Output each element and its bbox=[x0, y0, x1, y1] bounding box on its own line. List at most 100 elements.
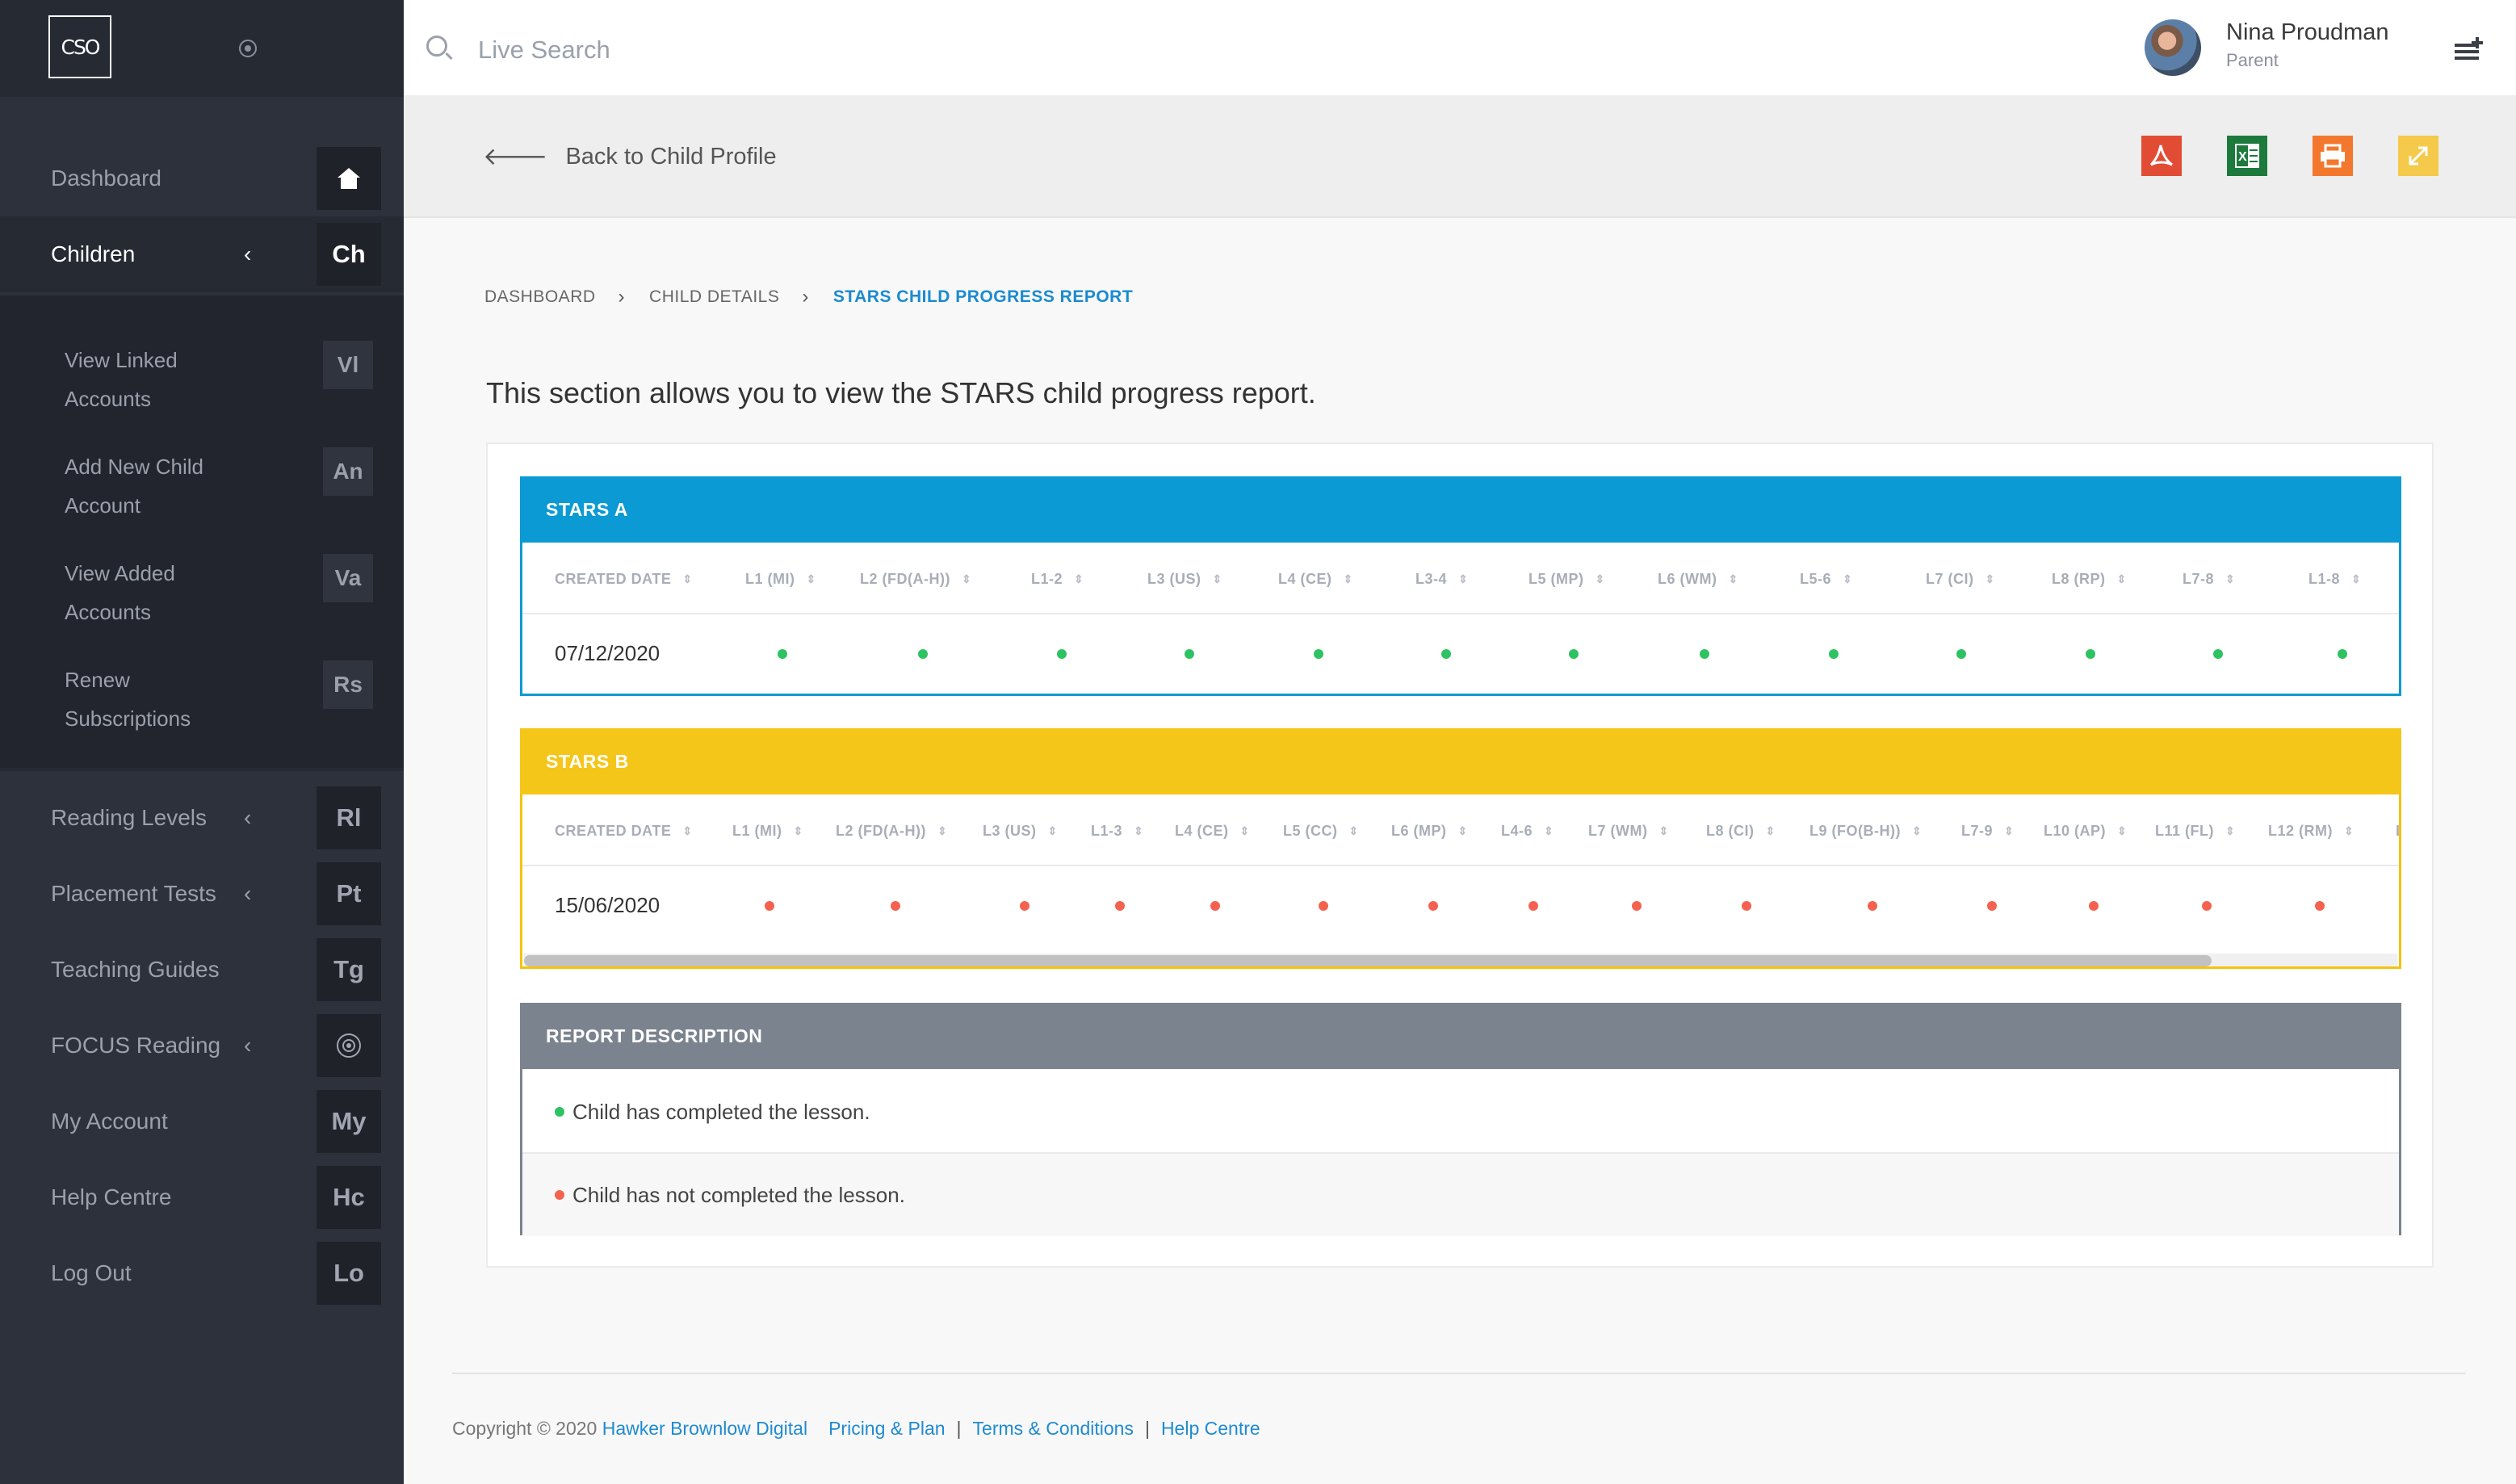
sidebar-item-placement-tests[interactable]: Placement Tests ‹ Pt bbox=[0, 856, 404, 932]
excel-icon: X bbox=[2235, 144, 2259, 168]
column-header[interactable]: CREATED DATE ⇕ bbox=[555, 545, 693, 613]
column-header[interactable]: L10 (AP) ⇕ bbox=[2044, 797, 2127, 865]
column-header-label: L3 (US) bbox=[1147, 570, 1201, 587]
column-header[interactable]: L1 (MI) ⇕ bbox=[745, 545, 816, 613]
column-header[interactable]: L11 (FL) ⇕ bbox=[2155, 797, 2235, 865]
pin-sidebar-icon[interactable] bbox=[239, 40, 257, 57]
column-header-label: L1-2 bbox=[1031, 570, 1063, 587]
column-header[interactable]: L1 (MI) ⇕ bbox=[732, 797, 803, 865]
submenu-item-add-new-child-account[interactable]: Add New Child Account An bbox=[0, 431, 404, 538]
column-header[interactable]: L5 (MP) ⇕ bbox=[1528, 545, 1605, 613]
sidebar-item-label: Log Out bbox=[51, 1260, 132, 1285]
column-header[interactable]: L9 (FO(B-H)) ⇕ bbox=[1809, 797, 1922, 865]
breadcrumb-item-dashboard[interactable]: DASHBOARD bbox=[484, 287, 596, 307]
add-list-icon[interactable] bbox=[2455, 36, 2485, 60]
brand-bar: CSO bbox=[0, 0, 404, 97]
column-header[interactable]: L4 (CE) ⇕ bbox=[1278, 545, 1353, 613]
sidebar-item-dashboard[interactable]: Dashboard bbox=[0, 140, 404, 216]
stars-b-title: STARS B bbox=[520, 728, 2401, 794]
stars-b-scroll-area[interactable]: CREATED DATE ⇕ L1 (MI) ⇕ L2 (FD(A-H)) ⇕ L3 (US… bbox=[522, 797, 2399, 966]
table-row: 15/06/2020 bbox=[522, 866, 2399, 947]
submenu-item-label: View Added Accounts bbox=[65, 561, 175, 624]
column-header[interactable]: L1-3 ⇕ bbox=[1091, 797, 1143, 865]
submenu-item-view-linked-accounts[interactable]: View Linked Accounts Vl bbox=[0, 325, 404, 431]
help-centre-badge: Hc bbox=[317, 1166, 381, 1229]
reading-levels-badge: Rl bbox=[317, 786, 381, 849]
pricing-plan-link[interactable]: Pricing & Plan bbox=[828, 1418, 945, 1440]
column-header[interactable]: L12 (RM) ⇕ bbox=[2268, 797, 2354, 865]
column-header[interactable]: L5-6 ⇕ bbox=[1800, 545, 1852, 613]
print-button[interactable] bbox=[2313, 136, 2353, 176]
sort-icon: ⇕ bbox=[1843, 572, 1853, 585]
copyright-text: Copyright © 2020 bbox=[452, 1418, 598, 1439]
submenu-item-renew-subscriptions[interactable]: Renew Subscriptions Rs bbox=[0, 644, 404, 751]
column-header[interactable]: L8 (RP) ⇕ bbox=[2052, 545, 2127, 613]
submenu-item-view-added-accounts[interactable]: View Added Accounts Va bbox=[0, 538, 404, 644]
company-link[interactable]: Hawker Brownlow Digital bbox=[602, 1418, 807, 1440]
column-header[interactable]: L1-2 ⇕ bbox=[1031, 545, 1084, 613]
user-name[interactable]: Nina Proudman bbox=[2226, 19, 2389, 46]
terms-conditions-link[interactable]: Terms & Conditions bbox=[973, 1418, 1134, 1440]
breadcrumb-current: STARS CHILD PROGRESS REPORT bbox=[832, 287, 1134, 306]
search-input[interactable] bbox=[476, 29, 964, 71]
sort-icon: ⇕ bbox=[937, 824, 948, 837]
column-header[interactable]: CREATED DATE ⇕ bbox=[555, 797, 693, 865]
logo[interactable]: CSO bbox=[48, 15, 111, 78]
column-header[interactable]: L7-8 ⇕ bbox=[2183, 545, 2235, 613]
back-to-child-profile-link[interactable]: 🡐 Back to Child Profile bbox=[483, 142, 777, 171]
column-header[interactable]: L2 (FD(A-H)) ⇕ bbox=[836, 797, 947, 865]
expand-button[interactable] bbox=[2398, 136, 2438, 176]
report-description-title: REPORT DESCRIPTION bbox=[520, 1003, 2401, 1069]
sidebar-item-label: Dashboard bbox=[51, 166, 161, 191]
completed-dot bbox=[1057, 649, 1067, 659]
column-header[interactable]: L5 (CC) ⇕ bbox=[1283, 797, 1359, 865]
column-header-label: L6 (MP) bbox=[1391, 822, 1447, 839]
export-excel-button[interactable]: X bbox=[2227, 136, 2267, 176]
children-badge: Ch bbox=[317, 223, 381, 286]
completed-dot bbox=[1829, 649, 1839, 659]
column-header[interactable]: L6 (MP) ⇕ bbox=[1391, 797, 1468, 865]
column-header[interactable]: L7 (WM) ⇕ bbox=[1588, 797, 1669, 865]
footer-separator: | bbox=[956, 1418, 962, 1439]
home-icon bbox=[338, 168, 360, 189]
column-header[interactable]: L3-4 ⇕ bbox=[1415, 545, 1468, 613]
column-header[interactable]: L3 (US) ⇕ bbox=[983, 797, 1058, 865]
not-completed-dot bbox=[1319, 901, 1328, 911]
sidebar-item-focus-reading[interactable]: FOCUS Reading ‹ bbox=[0, 1008, 404, 1084]
column-header-label: L7 (CI) bbox=[1926, 570, 1974, 587]
sidebar-divider bbox=[0, 768, 404, 771]
column-header[interactable]: L3 (US) ⇕ bbox=[1147, 545, 1222, 613]
export-pdf-button[interactable] bbox=[2141, 136, 2182, 176]
column-header[interactable]: L7 (CI) ⇕ bbox=[1926, 545, 1995, 613]
sidebar-item-teaching-guides[interactable]: Teaching Guides Tg bbox=[0, 932, 404, 1008]
sidebar-item-log-out[interactable]: Log Out Lo bbox=[0, 1235, 404, 1311]
sort-icon: ⇕ bbox=[1658, 824, 1669, 837]
column-header[interactable]: L2 (FD(A-H)) ⇕ bbox=[860, 545, 971, 613]
sidebar-item-children[interactable]: Children ‹ Ch bbox=[0, 216, 404, 292]
column-header[interactable]: L1⇕ bbox=[2396, 797, 2399, 865]
column-header-label: L4 (CE) bbox=[1175, 822, 1229, 839]
column-header-label: L1 (MI) bbox=[732, 822, 782, 839]
legend-completed-text: Child has completed the lesson. bbox=[572, 1099, 870, 1124]
completed-dot bbox=[918, 649, 928, 659]
sidebar-item-label: Children bbox=[51, 241, 136, 266]
column-header[interactable]: L4 (CE) ⇕ bbox=[1175, 797, 1250, 865]
sidebar-item-my-account[interactable]: My Account My bbox=[0, 1084, 404, 1159]
column-header[interactable]: L7-9 ⇕ bbox=[1961, 797, 2014, 865]
column-header[interactable]: L1-8 ⇕ bbox=[2308, 545, 2361, 613]
stars-b-panel: STARS B CREATED DATE ⇕ L1 (MI) ⇕ L2 (FD(A-H)… bbox=[520, 728, 2401, 969]
not-completed-dot bbox=[1632, 901, 1642, 911]
submenu-item-label: Add New Child Account bbox=[65, 455, 203, 518]
breadcrumb-item-child-details[interactable]: CHILD DETAILS bbox=[649, 287, 779, 307]
scrollbar-thumb[interactable] bbox=[524, 955, 2212, 966]
sidebar-item-help-centre[interactable]: Help Centre Hc bbox=[0, 1159, 404, 1235]
column-header[interactable]: L4-6 ⇕ bbox=[1501, 797, 1554, 865]
completed-dot bbox=[2338, 649, 2347, 659]
sort-icon: ⇕ bbox=[2351, 572, 2362, 585]
avatar[interactable] bbox=[2145, 19, 2201, 76]
column-header[interactable]: L6 (WM) ⇕ bbox=[1658, 545, 1738, 613]
column-header-label: L5 (CC) bbox=[1283, 822, 1338, 839]
sidebar-item-reading-levels[interactable]: Reading Levels ‹ Rl bbox=[0, 780, 404, 856]
help-centre-link[interactable]: Help Centre bbox=[1161, 1418, 1260, 1440]
column-header[interactable]: L8 (CI) ⇕ bbox=[1706, 797, 1776, 865]
